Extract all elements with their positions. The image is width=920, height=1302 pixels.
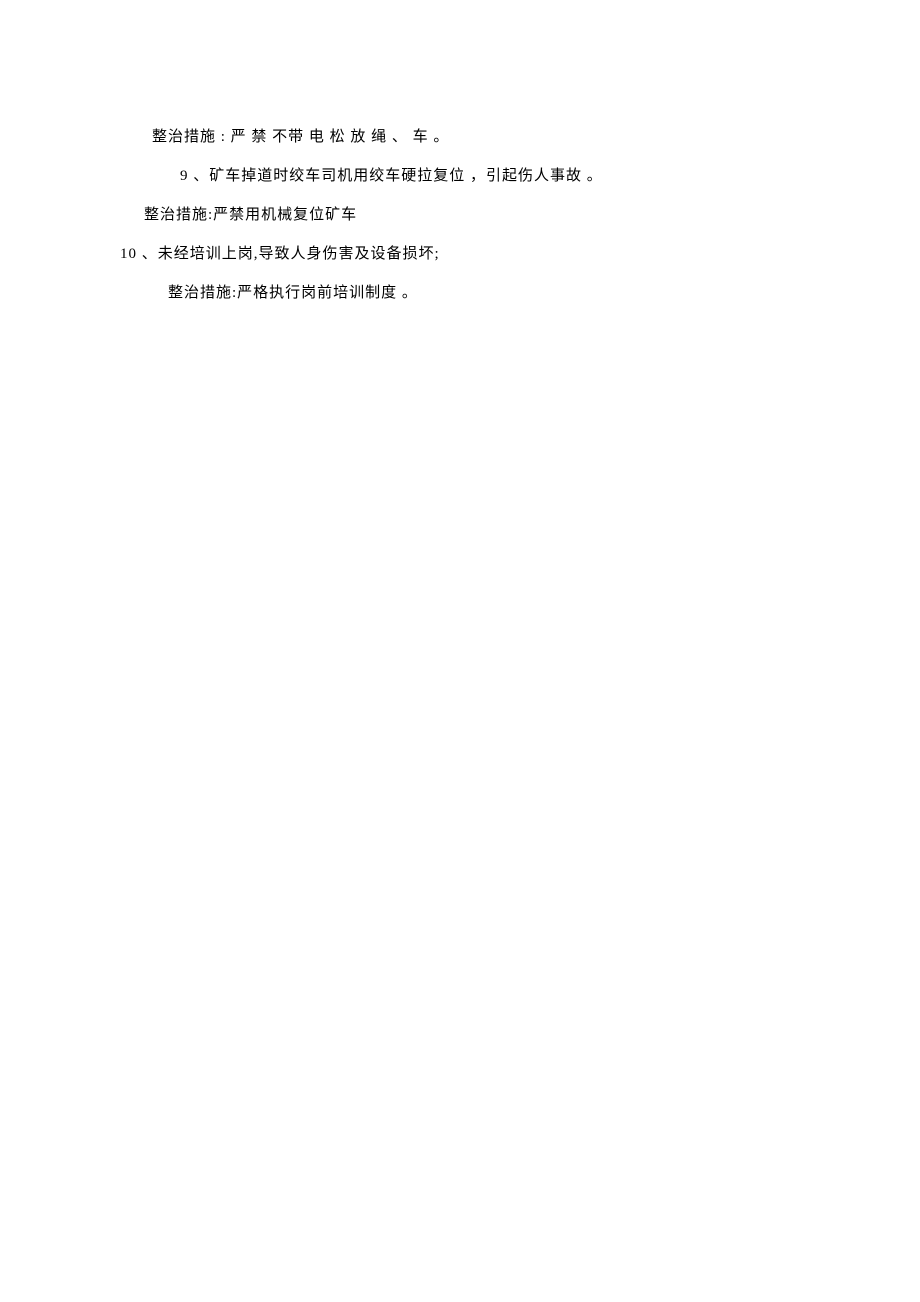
text-line: 整治措施 : 严 禁 不带 电 松 放 绳 、 车 。 xyxy=(120,118,800,157)
text-line: 10 、未经培训上岗,导致人身伤害及设备损坏; xyxy=(120,235,800,274)
text-line: 整治措施:严禁用机械复位矿车 xyxy=(120,196,800,235)
document-page: 整治措施 : 严 禁 不带 电 松 放 绳 、 车 。 9 、矿车掉道时绞车司机… xyxy=(120,118,800,313)
text-line: 整治措施:严格执行岗前培训制度 。 xyxy=(120,274,800,313)
text-line: 9 、矿车掉道时绞车司机用绞车硬拉复位 ，引起伤人事故 。 xyxy=(120,157,800,196)
